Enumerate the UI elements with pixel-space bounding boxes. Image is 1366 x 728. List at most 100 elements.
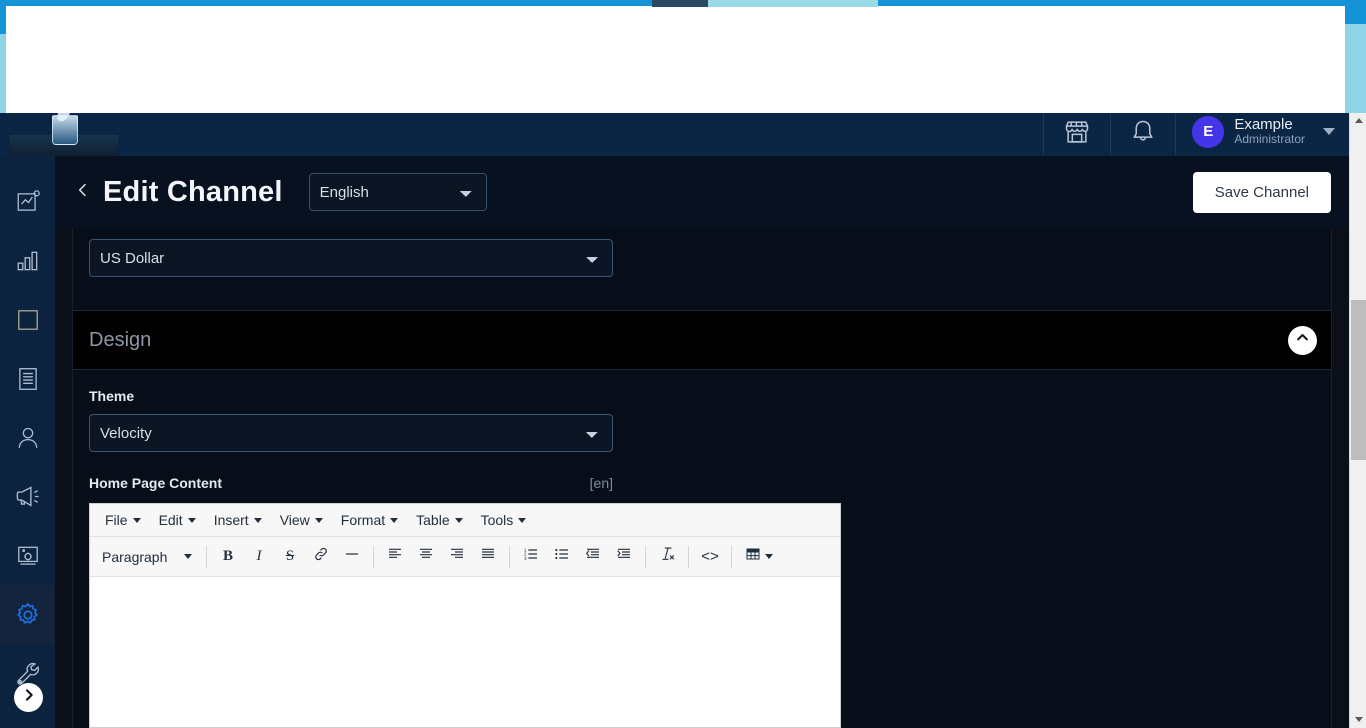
user-menu-button[interactable]: E Example Administrator — [1175, 107, 1349, 156]
design-collapse-button[interactable] — [1288, 325, 1317, 355]
theme-select[interactable]: Velocity — [89, 414, 613, 452]
home-page-content-language-tag: [en] — [589, 475, 613, 491]
gear-icon — [14, 601, 42, 629]
toolbar-separator — [206, 545, 207, 568]
format-block-label: Paragraph — [102, 548, 168, 565]
menu-table[interactable]: Table — [407, 508, 471, 532]
browser-tab-stub-active — [708, 0, 878, 7]
avatar: E — [1192, 115, 1225, 148]
clear-formatting-icon — [658, 545, 676, 568]
toolbar-separator — [509, 545, 510, 568]
align-right-button[interactable] — [442, 542, 472, 572]
square-icon — [15, 307, 41, 333]
storefront-button[interactable] — [1043, 107, 1110, 156]
topnav-right-group: E Example Administrator — [1043, 107, 1349, 156]
menu-tools-label: Tools — [480, 512, 514, 528]
horizontal-rule-button[interactable] — [337, 542, 367, 572]
clear-formatting-button[interactable] — [652, 542, 682, 572]
sidebar-item-content[interactable] — [0, 526, 55, 585]
bullet-list-icon — [553, 546, 571, 567]
decrease-indent-button[interactable] — [578, 542, 608, 572]
triangle-down-icon — [1354, 717, 1363, 722]
top-overlay-panel — [0, 0, 1345, 113]
notifications-button[interactable] — [1110, 107, 1175, 156]
bar-chart-icon — [15, 248, 41, 274]
italic-icon: I — [256, 548, 262, 564]
menu-table-label: Table — [416, 512, 450, 528]
bullet-list-button[interactable] — [547, 542, 577, 572]
svg-text:3: 3 — [524, 556, 527, 561]
sidebar-expand-button[interactable] — [14, 683, 43, 712]
align-justify-icon — [479, 546, 497, 567]
toolbar-separator — [731, 545, 732, 568]
menu-view-label: View — [279, 512, 310, 528]
link-button[interactable] — [306, 542, 336, 572]
chevron-down-icon — [184, 554, 192, 559]
menu-edit[interactable]: Edit — [150, 508, 205, 532]
bold-button[interactable]: B — [213, 542, 243, 572]
browser-tab-stub — [652, 0, 708, 7]
bold-icon: B — [222, 548, 233, 564]
scrollbar-thumb[interactable] — [1351, 300, 1366, 460]
align-right-icon — [448, 546, 466, 567]
toolbar-separator — [688, 545, 689, 568]
menu-file[interactable]: File — [96, 508, 150, 532]
numbered-list-button[interactable]: 1 2 3 — [516, 542, 546, 572]
page-scrollbar[interactable] — [1349, 112, 1366, 728]
sidebar-item-customers[interactable] — [0, 408, 55, 467]
back-button[interactable] — [75, 178, 91, 206]
format-block-select[interactable]: Paragraph — [96, 542, 200, 572]
menu-view[interactable]: View — [271, 508, 332, 532]
align-left-icon — [386, 546, 404, 567]
sidebar-item-orders[interactable] — [0, 349, 55, 408]
chevron-down-icon — [132, 517, 141, 523]
chevron-down-icon — [518, 517, 527, 523]
currency-row: US Dollar — [73, 228, 1331, 288]
link-icon — [313, 546, 329, 567]
page-title: Edit Channel — [103, 175, 283, 208]
user-name: Example — [1234, 115, 1293, 133]
rich-text-editor: File Edit Insert View Format Table Tools… — [89, 503, 841, 728]
language-select[interactable]: English — [308, 173, 487, 211]
sidebar-item-settings[interactable] — [0, 585, 55, 644]
align-left-button[interactable] — [380, 542, 410, 572]
menu-insert-label: Insert — [213, 512, 249, 528]
design-section-header[interactable]: Design — [73, 310, 1331, 370]
editor-body[interactable] — [90, 577, 840, 727]
italic-button[interactable]: I — [244, 542, 274, 572]
strikethrough-button[interactable]: S — [275, 542, 305, 572]
overlay-left-lightblue-strip-lower — [0, 100, 6, 113]
user-info: Example Administrator — [1234, 116, 1305, 147]
currency-select[interactable]: US Dollar — [89, 239, 613, 277]
bell-icon — [1129, 117, 1157, 147]
editor-toolbar: Paragraph B I S 1 2 3 <> — [90, 537, 840, 577]
numbered-list-icon: 1 2 3 — [522, 546, 540, 567]
overlay-left-lightblue-strip — [0, 34, 6, 100]
align-center-icon — [417, 546, 435, 567]
menu-format-label: Format — [340, 512, 386, 528]
table-button[interactable] — [738, 542, 778, 572]
sidebar-item-dashboard[interactable] — [0, 172, 55, 231]
theme-field: Theme Velocity — [89, 388, 613, 452]
scrollbar-down-button[interactable] — [1350, 711, 1366, 728]
menu-tools[interactable]: Tools — [472, 508, 536, 532]
chevron-up-icon — [1295, 330, 1310, 350]
scrollbar-up-button[interactable] — [1350, 112, 1366, 129]
increase-indent-button[interactable] — [609, 542, 639, 572]
page-header: Edit Channel English Save Channel — [55, 156, 1349, 228]
chevron-down-icon — [187, 517, 196, 523]
home-page-content-label: Home Page Content — [89, 475, 223, 491]
storefront-icon — [1062, 118, 1092, 146]
save-channel-button[interactable]: Save Channel — [1192, 171, 1331, 213]
align-center-button[interactable] — [411, 542, 441, 572]
sidebar-item-products[interactable] — [0, 290, 55, 349]
sidebar-item-reports[interactable] — [0, 231, 55, 290]
menu-file-label: File — [105, 512, 128, 528]
sidebar-item-marketing[interactable] — [0, 467, 55, 526]
menu-format[interactable]: Format — [332, 508, 407, 532]
editor-menubar: File Edit Insert View Format Table Tools — [90, 504, 840, 537]
align-justify-button[interactable] — [473, 542, 503, 572]
menu-insert[interactable]: Insert — [205, 508, 271, 532]
image-gear-icon — [15, 543, 41, 569]
source-code-button[interactable]: <> — [695, 542, 725, 572]
